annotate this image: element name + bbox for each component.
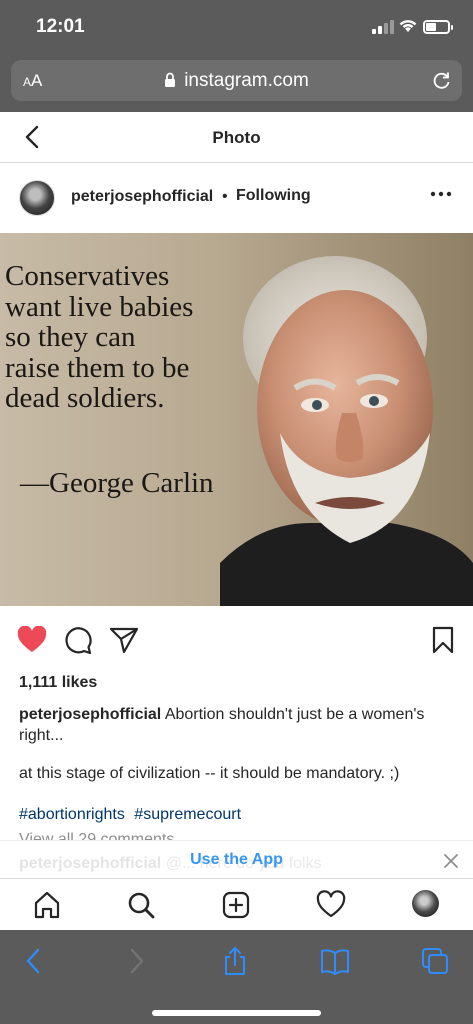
reload-icon[interactable] xyxy=(432,70,452,90)
caption-line-2: at this stage of civilization -- it shou… xyxy=(19,765,400,782)
hashtags: #abortionrights #supremecourt xyxy=(19,806,241,824)
separator-dot: • xyxy=(222,188,228,205)
chevron-right-icon[interactable] xyxy=(121,946,151,976)
caption: peterjosephofficial Abortion shouldn't j… xyxy=(19,704,459,746)
cellular-signal-icon xyxy=(372,20,396,34)
url-text: instagram.com xyxy=(184,70,309,91)
url-display[interactable]: instagram.com xyxy=(11,70,462,92)
book-icon[interactable] xyxy=(320,946,350,976)
safari-toolbar xyxy=(0,930,473,1024)
heart-outline-icon[interactable] xyxy=(316,890,346,920)
tabs-icon[interactable] xyxy=(420,946,450,976)
post-image[interactable]: Conservatives want live babies so they c… xyxy=(0,233,473,606)
hashtag-link[interactable]: #supremecourt xyxy=(134,806,241,823)
quote-text: Conservatives want live babies so they c… xyxy=(5,260,194,414)
lock-icon xyxy=(165,72,176,87)
profile-avatar[interactable] xyxy=(412,890,439,917)
page-header: Photo xyxy=(0,112,473,163)
browser-top-chrome: 12:01 AA instagram.com xyxy=(0,0,473,112)
send-icon[interactable] xyxy=(109,626,139,654)
use-the-app-button[interactable]: Use the App xyxy=(0,851,473,869)
chevron-left-icon[interactable] xyxy=(19,946,49,976)
home-icon[interactable] xyxy=(32,890,62,920)
following-button[interactable]: Following xyxy=(236,187,311,205)
portrait-photo xyxy=(220,256,473,606)
caption-username[interactable]: peterjosephofficial xyxy=(19,706,161,723)
status-time: 12:01 xyxy=(36,16,85,37)
post-actions xyxy=(0,606,473,670)
heart-icon[interactable] xyxy=(17,626,47,654)
use-app-banner: peterjosephofficial @... here do you fol… xyxy=(0,840,473,878)
search-icon[interactable] xyxy=(126,890,156,920)
plus-square-icon[interactable] xyxy=(221,890,251,920)
view-all-comments-link[interactable]: View all 29 comments xyxy=(19,831,174,840)
battery-icon xyxy=(423,20,453,34)
bottom-navigation xyxy=(0,878,473,930)
home-indicator xyxy=(152,1010,321,1016)
share-icon[interactable] xyxy=(220,946,250,976)
hashtag-link[interactable]: #abortionrights xyxy=(19,806,125,823)
bookmark-icon[interactable] xyxy=(428,626,458,654)
page-title: Photo xyxy=(212,128,261,147)
quote-author: —George Carlin xyxy=(20,467,214,499)
wifi-icon xyxy=(399,20,417,32)
more-horizontal-icon[interactable] xyxy=(430,189,452,199)
post-header: peterjosephofficial • Following xyxy=(0,163,473,233)
post-username[interactable]: peterjosephofficial xyxy=(71,188,213,206)
close-icon[interactable] xyxy=(443,853,459,869)
avatar[interactable] xyxy=(19,180,55,216)
address-bar[interactable]: AA instagram.com xyxy=(11,60,462,101)
comment-icon[interactable] xyxy=(63,626,93,654)
likes-count[interactable]: 1,111 likes xyxy=(19,674,97,692)
